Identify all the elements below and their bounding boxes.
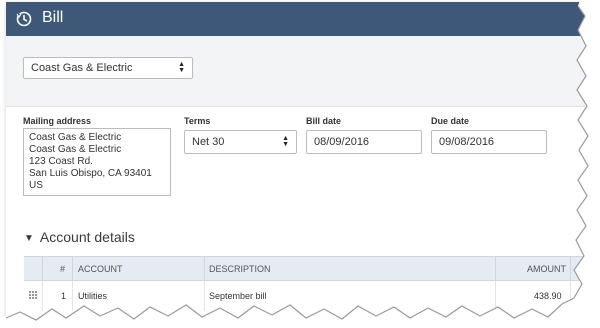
column-header-amount: AMOUNT [527,264,566,274]
table-row[interactable]: 1 Utilities September bill 438.90 [24,281,592,311]
column-divider [204,257,205,280]
mailing-address-field[interactable]: Coast Gas & Electric Coast Gas & Electri… [23,128,171,196]
column-divider [570,281,571,311]
row-description[interactable]: September bill [209,291,267,301]
column-divider [72,257,73,280]
page-title: Bill [42,9,64,26]
recent-transactions-icon[interactable] [16,11,32,27]
column-divider [570,257,571,280]
column-divider [72,281,73,311]
title-bar: Bill [6,2,592,36]
select-arrows-icon: ▲ ▼ [282,135,289,148]
address-line: Coast Gas & Electric [29,144,122,155]
row-amount[interactable]: 438.90 [534,291,562,301]
terms-select[interactable]: Net 30 ▲ ▼ [184,130,297,154]
bill-window: Bill Coast Gas & Electric ▲ ▼ Mailing add… [6,2,592,320]
column-divider [42,257,43,280]
row-account[interactable]: Utilities [78,291,107,301]
mailing-address-label: Mailing address [23,116,92,126]
terms-label: Terms [184,116,211,126]
due-date-input[interactable]: 09/08/2016 [431,130,547,154]
account-details-toggle[interactable]: ▼ Account details [24,229,135,245]
select-arrows-icon: ▲ ▼ [178,61,185,74]
vendor-select-value: Coast Gas & Electric [31,62,133,74]
address-line: US [29,180,43,191]
bill-date-label: Bill date [306,116,342,126]
address-line: Coast Gas & Electric [29,132,122,143]
due-date-label: Due date [431,116,470,126]
table-header: # ACCOUNT DESCRIPTION AMOUNT B [24,256,592,281]
bill-date-input[interactable]: 08/09/2016 [306,130,422,154]
column-divider [42,281,43,311]
vendor-select[interactable]: Coast Gas & Electric ▲ ▼ [23,57,193,79]
row-number: 1 [61,291,67,301]
column-divider [204,281,205,311]
address-line: San Luis Obispo, CA 93401 [29,168,152,179]
column-divider [495,257,496,280]
column-header-billable: B [576,264,583,274]
address-line: 123 Coast Rd. [29,156,93,167]
column-divider [495,281,496,311]
column-header-account: ACCOUNT [78,264,123,274]
column-header-description: DESCRIPTION [209,264,271,274]
collapse-triangle-icon: ▼ [24,233,34,244]
account-details-heading: Account details [39,229,135,245]
terms-select-value: Net 30 [192,136,225,148]
drag-handle-icon[interactable] [29,291,37,299]
vendor-panel: Coast Gas & Electric ▲ ▼ [6,36,592,107]
column-header-number: # [60,264,66,274]
